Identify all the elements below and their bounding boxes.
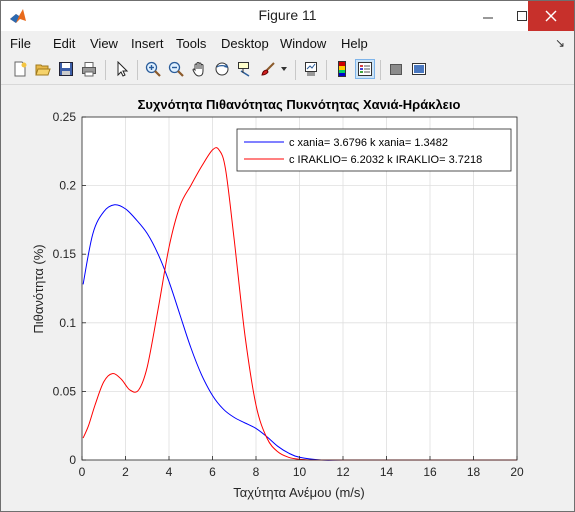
menu-view[interactable]: View [90,36,118,51]
x-tick-label: 2 [122,465,129,479]
data-cursor-icon[interactable] [235,59,255,79]
y-tick-label: 0.05 [53,384,77,398]
link-plot-icon[interactable] [301,59,321,79]
figure-canvas[interactable]: 0 2 4 6 8 10 12 14 16 18 20 0 0.05 0.1 0.15 0.2 0.25 Συχ… [9,87,566,505]
zoom-in-icon[interactable] [143,59,163,79]
legend-icon[interactable] [355,59,375,79]
y-axis-label: Πιθανότητα (%) [31,244,46,333]
y-tick-label: 0 [69,453,76,467]
menu-window[interactable]: Window [280,36,326,51]
y-tick-label: 0.25 [53,110,77,124]
menu-help[interactable]: Help [341,36,368,51]
close-icon[interactable] [528,1,574,31]
x-tick-label: 0 [79,465,86,479]
figure-toolbar [1,56,574,85]
figure-window: Figure 11 File Edit View Insert Tools De… [0,0,575,512]
menu-bar: File Edit View Insert Tools Desktop Wind… [1,31,574,55]
legend-label-xania: c xania= 3.6796 k xania= 1.3482 [289,137,448,149]
edit-plot-arrow-icon[interactable] [112,59,132,79]
plot-svg[interactable]: 0 2 4 6 8 10 12 14 16 18 20 0 0.05 0.1 0.15 0.2 0.25 Συχ… [9,87,566,505]
menu-dock-arrow-icon[interactable]: ↘ [555,36,565,50]
x-tick-label: 18 [467,465,481,479]
x-tick-label: 20 [510,465,524,479]
chart-title: Συχνότητα Πιθανότητας Πυκνότητας Χανιά-Η… [138,97,461,112]
colorbar-icon[interactable] [332,59,352,79]
x-tick-label: 10 [293,465,307,479]
minimize-icon[interactable] [471,1,505,31]
save-icon[interactable] [56,59,76,79]
legend-label-iraklio: c IRAKLIO= 6.2032 k IRAKLIO= 3.7218 [289,154,482,166]
x-tick-label: 6 [209,465,216,479]
y-tick-label: 0.2 [59,179,76,193]
x-tick-label: 8 [253,465,260,479]
hide-plot-tools-icon[interactable] [386,59,406,79]
show-plot-tools-icon[interactable] [409,59,429,79]
legend[interactable]: c xania= 3.6796 k xania= 1.3482 c IRAKLI… [236,128,512,172]
new-figure-icon[interactable] [10,59,30,79]
pan-hand-icon[interactable] [189,59,209,79]
print-icon[interactable] [79,59,99,79]
menu-file[interactable]: File [10,36,31,51]
menu-desktop[interactable]: Desktop [221,36,269,51]
brush-icon[interactable] [258,59,278,79]
x-tick-label: 12 [336,465,350,479]
title-bar[interactable]: Figure 11 [1,1,574,31]
y-tick-label: 0.15 [53,247,77,261]
brush-dropdown-icon[interactable] [278,59,290,79]
menu-insert[interactable]: Insert [131,36,164,51]
x-tick-label: 4 [166,465,173,479]
y-tick-label: 0.1 [59,316,76,330]
rotate-3d-icon[interactable] [212,59,232,79]
menu-tools[interactable]: Tools [176,36,206,51]
x-tick-label: 16 [423,465,437,479]
zoom-out-icon[interactable] [166,59,186,79]
menu-edit[interactable]: Edit [53,36,75,51]
open-file-icon[interactable] [33,59,53,79]
x-axis-label: Ταχύτητα Ανέμου (m/s) [233,485,364,500]
x-tick-label: 14 [380,465,394,479]
